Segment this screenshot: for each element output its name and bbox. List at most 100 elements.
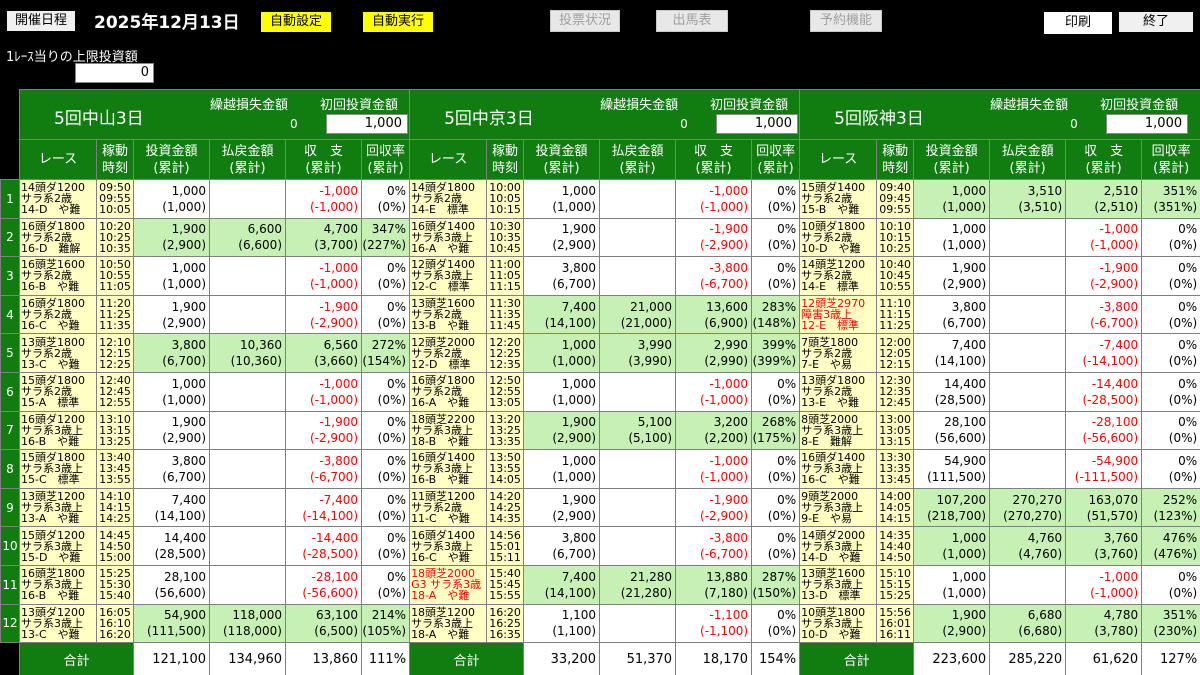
recovery-cell-line: (123%) bbox=[1153, 508, 1198, 523]
invest-cell: 3,800 (6,700) bbox=[913, 294, 991, 335]
invest-cell-line: 3,800 bbox=[171, 453, 206, 468]
exit-button[interactable]: 終了 bbox=[1118, 11, 1194, 33]
balance-cell-line: (-2,900) bbox=[309, 431, 358, 446]
race-info[interactable]: 12頭芝2000 サラ系2歳 12-D 標準 bbox=[409, 333, 488, 373]
race-info[interactable]: 8頭芝2000 サラ系3歳上 8-E 難解 bbox=[799, 410, 878, 451]
race-info[interactable]: 16頭ダ1800 サラ系2歳 16-D 難解 bbox=[19, 217, 97, 258]
venue-header-1: 5回中山3日 繰越損失金額 0 初回投資金額 1,000 bbox=[18, 89, 411, 140]
race-info[interactable]: 16頭芝1600 サラ系2歳 16-B や難 bbox=[19, 256, 97, 296]
payout-cell: 270,270 (270,270) bbox=[989, 487, 1067, 528]
recovery-cell-line: (351%) bbox=[1153, 199, 1198, 214]
race-info[interactable]: 13頭芝1200 サラ系3歳上 13-A や難 bbox=[19, 487, 97, 528]
race-info[interactable]: 13頭芝1800 サラ系2歳 13-C や難 bbox=[19, 333, 97, 373]
payout-col-header: 払戻金額 (累計) bbox=[209, 139, 286, 180]
invest-cell-line: 1,900 bbox=[171, 299, 206, 314]
race-info[interactable]: 18頭芝2200 サラ系3歳上 18-B や難 bbox=[409, 410, 488, 451]
balance-cell: 63,100 (6,500) bbox=[285, 603, 362, 644]
race-info[interactable]: 15頭ダ1800 サラ系3歳上 15-C 標準 bbox=[19, 449, 97, 489]
payout-cell bbox=[989, 410, 1067, 451]
race-info[interactable]: 11頭芝1200 サラ系2歳 11-C や難 bbox=[409, 487, 488, 528]
invest-cell: 14,400 (28,500) bbox=[913, 371, 991, 412]
time-col-header: 稼動 時刻 bbox=[486, 139, 525, 180]
recovery-cell-line: (0%) bbox=[377, 547, 407, 562]
balance-cell: -14,400 (-28,500) bbox=[1065, 371, 1143, 412]
initial-bet-input[interactable]: 1,000 bbox=[1106, 114, 1189, 134]
bet-limit-input[interactable]: 0 bbox=[75, 63, 154, 83]
race-info[interactable]: 16頭ダ1400 サラ系3歳上 16-B や難 bbox=[409, 449, 488, 489]
recovery-cell: 0% (0%) bbox=[751, 256, 801, 296]
race-info-line: 9-E や易 bbox=[801, 512, 853, 526]
recovery-cell-line: (148%) bbox=[752, 315, 797, 330]
balance-cell-line: -54,900 bbox=[1091, 453, 1139, 468]
payout-cell: 118,000 (118,000) bbox=[209, 603, 286, 644]
print-button[interactable]: 印刷 bbox=[1043, 11, 1113, 35]
race-info[interactable]: 10頭ダ1800 サラ系2歳 10-D や難 bbox=[799, 217, 878, 258]
recovery-cell-line: (0%) bbox=[767, 199, 797, 214]
race-info[interactable]: 14頭芝1200 サラ系2歳 14-E 標準 bbox=[799, 256, 878, 296]
race-info[interactable]: 9頭芝2000 サラ系3歳上 9-E や易 bbox=[799, 487, 878, 528]
initial-bet-input[interactable]: 1,000 bbox=[716, 114, 799, 134]
invest-cell: 1,000 (1,000) bbox=[523, 179, 601, 219]
operating-times: 11:10 11:15 11:25 bbox=[876, 294, 915, 335]
schedule-button[interactable]: 開催日程 bbox=[6, 10, 76, 32]
invest-cell: 7,400 (14,100) bbox=[133, 487, 210, 528]
time-line: 15:01 bbox=[489, 539, 521, 553]
reserve-button[interactable]: 予約機能 bbox=[810, 10, 882, 32]
payout-cell-line: 21,280 bbox=[630, 569, 673, 584]
race-info[interactable]: 18頭芝1200 サラ系3歳上 18-A や難 bbox=[409, 603, 488, 644]
race-info[interactable]: 15頭ダ1400 サラ系2歳 15-B や難 bbox=[799, 179, 878, 219]
race-col-header: レース bbox=[799, 139, 878, 180]
auto-setting-button[interactable]: 自動設定 bbox=[260, 11, 332, 33]
race-info-line: サラ系3歳上 bbox=[411, 539, 474, 553]
payout-cell bbox=[989, 371, 1067, 412]
recovery-cell-line: 0% bbox=[387, 569, 407, 584]
total-payout: 285,220 bbox=[989, 642, 1067, 675]
auto-execute-button[interactable]: 自動実行 bbox=[362, 11, 434, 33]
race-info[interactable]: 14頭ダ1200 サラ系2歳 14-D や難 bbox=[19, 179, 97, 219]
race-info[interactable]: 16頭ダ1400 サラ系3歳上 16-A や難 bbox=[409, 217, 488, 258]
balance-col-header-line: 収 支 bbox=[694, 143, 734, 159]
race-info[interactable]: 18頭芝2000 G3 サラ系3歳 18-A や難 bbox=[409, 564, 488, 605]
race-info[interactable]: 10頭芝1800 サラ系3歳上 10-D や難 bbox=[799, 603, 878, 644]
recovery-cell-line: 0% bbox=[387, 453, 407, 468]
race-info[interactable]: 15頭ダ1800 サラ系2歳 15-A 標準 bbox=[19, 371, 97, 412]
race-info[interactable]: 16頭芝1800 サラ系3歳上 16-B や難 bbox=[19, 564, 97, 605]
invest-cell-line: (1,000) bbox=[552, 354, 597, 369]
race-info[interactable]: 16頭ダ1400 サラ系3歳上 16-C や難 bbox=[409, 526, 488, 566]
race-info[interactable]: 15頭ダ1200 サラ系3歳上 15-D や難 bbox=[19, 526, 97, 566]
race-info[interactable]: 12頭ダ1400 サラ系3歳上 12-C 標準 bbox=[409, 256, 488, 296]
time-line: 15:25 bbox=[879, 589, 911, 603]
race-info[interactable]: 13頭芝1600 サラ系3歳上 13-D 標準 bbox=[799, 564, 878, 605]
race-info[interactable]: 16頭ダ1400 サラ系3歳上 16-C や難 bbox=[799, 449, 878, 489]
invest-cell-line: 3,800 bbox=[561, 260, 597, 275]
balance-cell-line: (-56,600) bbox=[302, 585, 358, 600]
payout-cell-line: 10,360 bbox=[240, 338, 282, 353]
race-info[interactable]: 13頭ダ1200 サラ系3歳上 13-C や難 bbox=[19, 603, 97, 644]
operating-times: 09:50 09:55 10:05 bbox=[96, 179, 134, 219]
race-number: 6 bbox=[0, 371, 20, 412]
entries-button[interactable]: 出馬表 bbox=[656, 10, 728, 32]
invest-cell-line: (218,700) bbox=[927, 508, 987, 523]
race-info[interactable]: 7頭芝1800 サラ系2歳 7-E や易 bbox=[799, 333, 878, 373]
invest-cell: 28,100 (56,600) bbox=[133, 564, 210, 605]
race-info[interactable]: 13頭芝1600 サラ系2歳 13-B や難 bbox=[409, 294, 488, 335]
race-info[interactable]: 16頭ダ1800 サラ系2歳 16-C や難 bbox=[19, 294, 97, 335]
race-info[interactable]: 12頭芝2970 障害3歳上 12-E 標準 bbox=[799, 294, 878, 335]
carry-loss-value: 0 bbox=[680, 117, 688, 131]
race-info-line: 13-B や難 bbox=[411, 319, 470, 333]
initial-bet-input[interactable]: 1,000 bbox=[326, 114, 408, 134]
time-line: 14:40 bbox=[879, 539, 911, 553]
race-info[interactable]: 14頭ダ1800 サラ系2歳 14-E 標準 bbox=[409, 179, 488, 219]
race-info[interactable]: 16頭ダ1800 サラ系2歳 16-A や難 bbox=[409, 371, 488, 412]
operating-times: 10:00 10:05 10:15 bbox=[486, 179, 525, 219]
race-info[interactable]: 14頭ダ2000 サラ系3歳上 14-D や難 bbox=[799, 526, 878, 566]
time-line: 12:15 bbox=[879, 357, 911, 371]
recovery-cell-line: (0%) bbox=[767, 392, 797, 407]
race-info[interactable]: 13頭ダ1800 サラ系2歳 13-E や難 bbox=[799, 371, 878, 412]
invest-cell-line: 3,800 bbox=[951, 299, 987, 314]
invest-col-header-line: 投資金額 bbox=[145, 143, 198, 159]
race-info[interactable]: 16頭ダ1200 サラ系3歳上 16-B や難 bbox=[19, 410, 97, 451]
race-info-line: 18-A や難 bbox=[411, 627, 470, 641]
vote-status-button[interactable]: 投票状況 bbox=[550, 10, 620, 32]
carry-loss-label: 繰越損失金額 bbox=[990, 98, 1069, 113]
